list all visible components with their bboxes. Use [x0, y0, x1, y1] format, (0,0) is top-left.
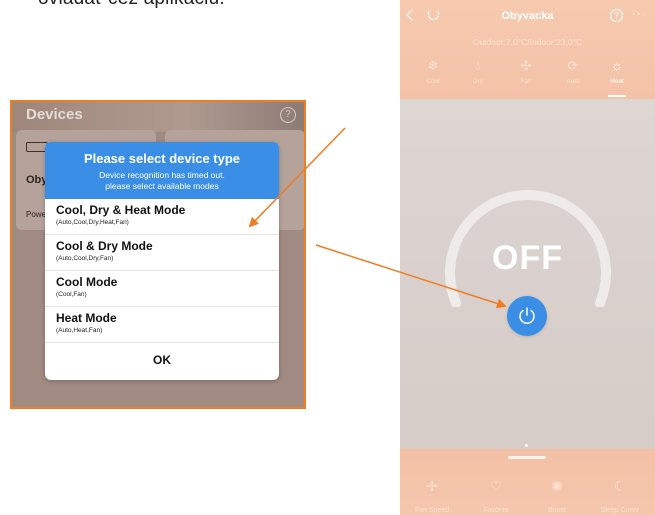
annotation-arrows [248, 127, 507, 309]
arrow-to-mode-option [248, 127, 346, 228]
arrow-to-power-button [315, 244, 507, 309]
